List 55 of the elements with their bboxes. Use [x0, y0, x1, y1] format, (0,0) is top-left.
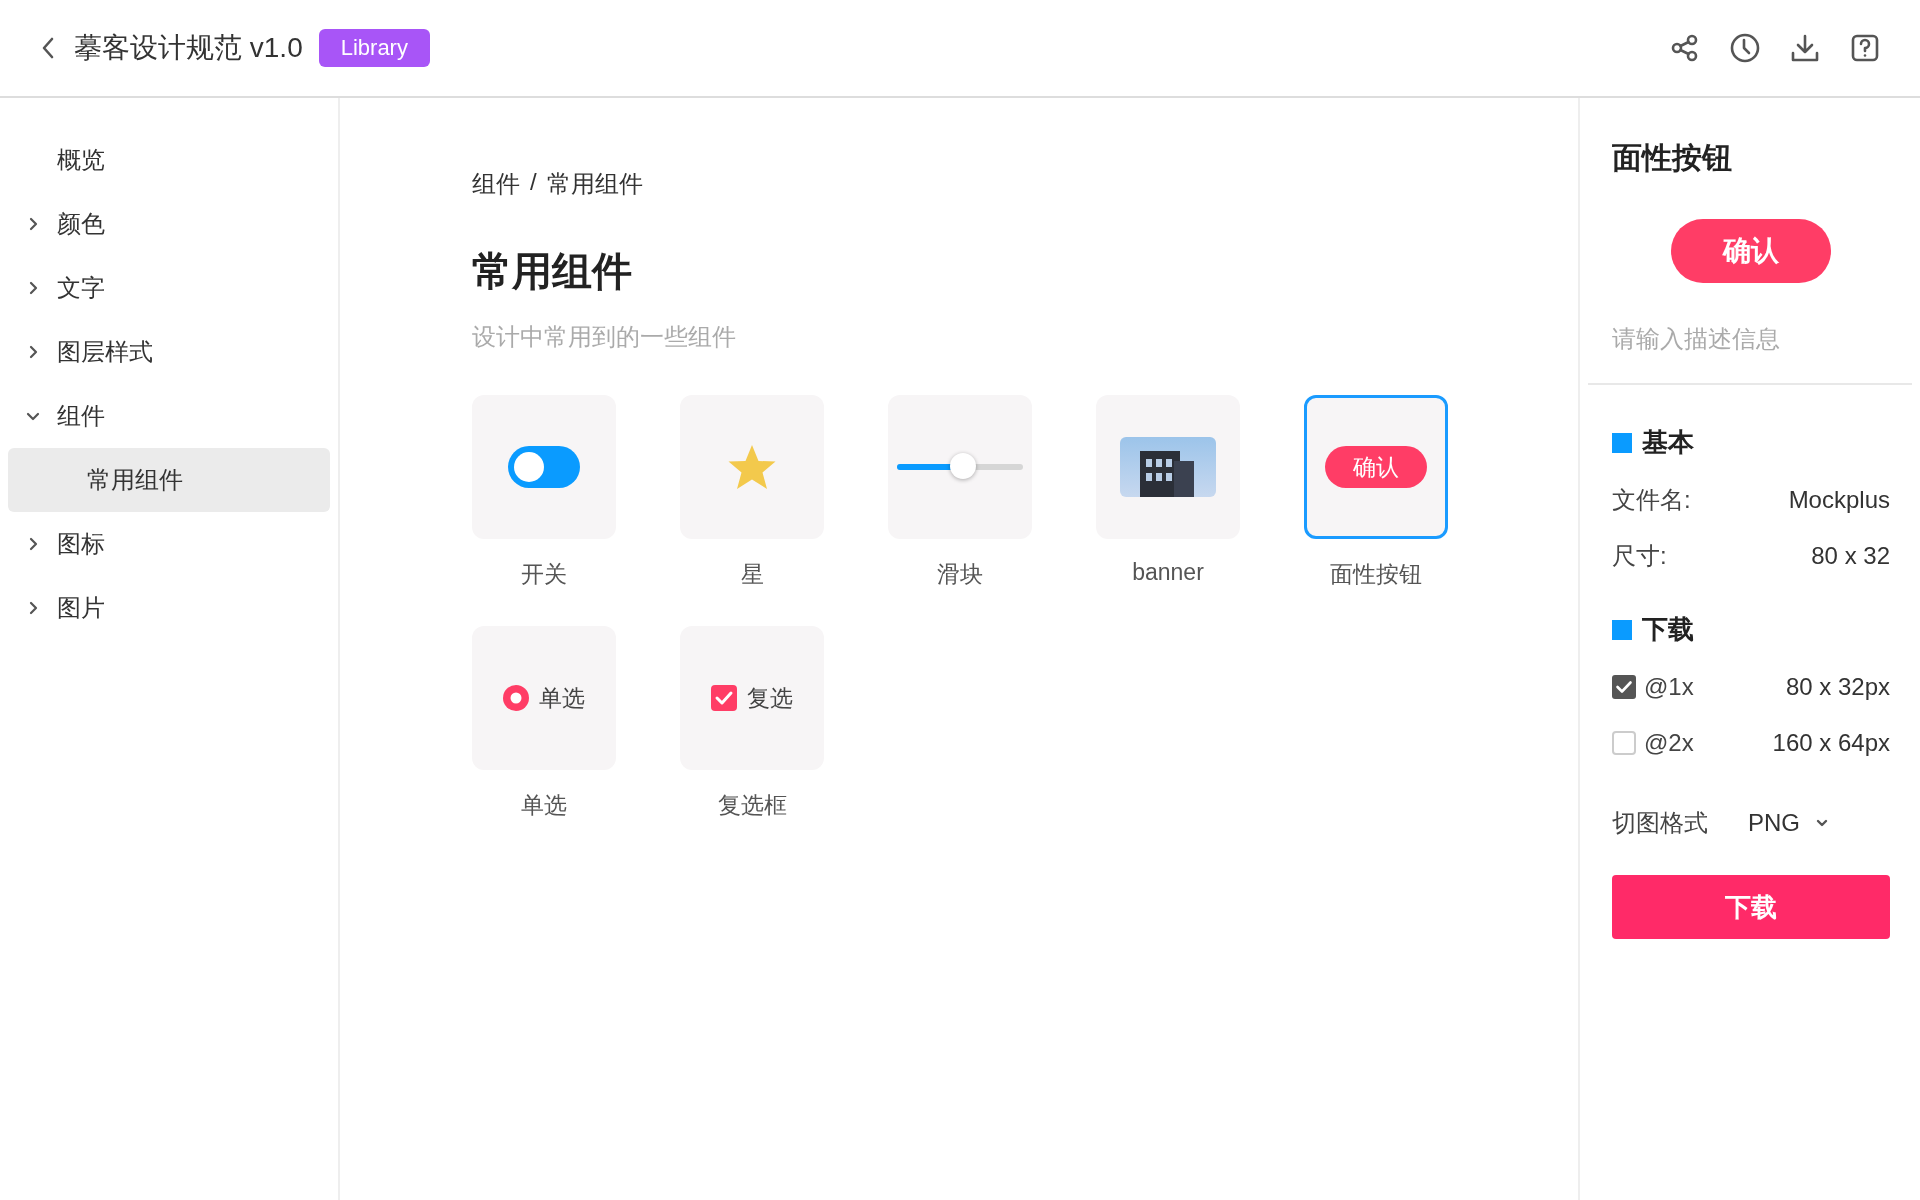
- card-label: 开关: [521, 560, 567, 589]
- scale-label: @1x: [1644, 673, 1694, 701]
- scale-label: @2x: [1644, 729, 1694, 757]
- checkbox[interactable]: [1612, 731, 1636, 755]
- section-marker: [1612, 432, 1632, 453]
- card-label: 单选: [521, 791, 567, 820]
- sidebar-item[interactable]: 图片: [57, 592, 105, 624]
- sidebar-item[interactable]: 概览: [57, 144, 105, 176]
- breadcrumb-separator: /: [530, 168, 537, 197]
- help-icon[interactable]: [1850, 33, 1880, 63]
- back-icon[interactable]: [40, 36, 56, 60]
- card-label: 滑块: [937, 560, 983, 589]
- export-size: 160 x 64px: [1772, 729, 1890, 757]
- card-label: 复选框: [717, 791, 787, 820]
- sidebar-item[interactable]: 图层样式: [57, 336, 153, 368]
- page-subtitle: 设计中常用到的一些组件: [472, 322, 737, 352]
- section-marker: [1612, 619, 1632, 640]
- sidebar-item[interactable]: 颜色: [57, 208, 105, 240]
- page-heading: 常用组件: [472, 248, 633, 295]
- card-label: banner: [1132, 559, 1204, 586]
- sidebar-subitem[interactable]: 常用组件: [8, 448, 330, 512]
- clock-icon[interactable]: [1730, 33, 1760, 63]
- property-value: 80 x 32: [1811, 542, 1890, 570]
- breadcrumb-item[interactable]: 组件: [472, 168, 520, 200]
- section-heading: 下载: [1642, 613, 1694, 646]
- sidebar-item[interactable]: 图标: [57, 528, 105, 560]
- share-icon[interactable]: [1670, 33, 1700, 63]
- property-label: 尺寸:: [1612, 541, 1667, 571]
- component-card[interactable]: 单选: [472, 626, 616, 770]
- description-field[interactable]: 请输入描述信息: [1612, 325, 1890, 353]
- format-label: 切图格式: [1612, 808, 1708, 838]
- caret-icon[interactable]: [1816, 818, 1828, 828]
- card-label: 面性按钮: [1330, 560, 1422, 589]
- card-label: 星: [740, 560, 764, 589]
- checkbox-label: 复选: [747, 683, 793, 713]
- radio-button[interactable]: [503, 685, 529, 711]
- property-label: 文件名:: [1612, 485, 1691, 515]
- download-icon[interactable]: [1790, 33, 1820, 63]
- checkbox[interactable]: [711, 685, 737, 711]
- sidebar-item[interactable]: 组件: [57, 400, 105, 432]
- panel-title: 面性按钮: [1612, 140, 1733, 176]
- radio-label: 单选: [539, 683, 585, 713]
- section-heading: 基本: [1642, 426, 1694, 459]
- format-dropdown[interactable]: PNG: [1748, 809, 1800, 837]
- download-button[interactable]: 下载: [1612, 875, 1890, 939]
- component-card[interactable]: 复选: [680, 626, 824, 770]
- property-value: Mockplus: [1788, 486, 1890, 514]
- checkbox[interactable]: [1612, 675, 1636, 699]
- page-title: 摹客设计规范 v1.0: [74, 31, 303, 65]
- library-badge: Library: [318, 29, 430, 67]
- star-icon: [726, 443, 778, 491]
- sidebar-item[interactable]: 文字: [57, 272, 105, 304]
- breadcrumb-item[interactable]: 常用组件: [546, 168, 643, 200]
- component-card[interactable]: [1096, 395, 1240, 539]
- export-size: 80 x 32px: [1785, 673, 1890, 701]
